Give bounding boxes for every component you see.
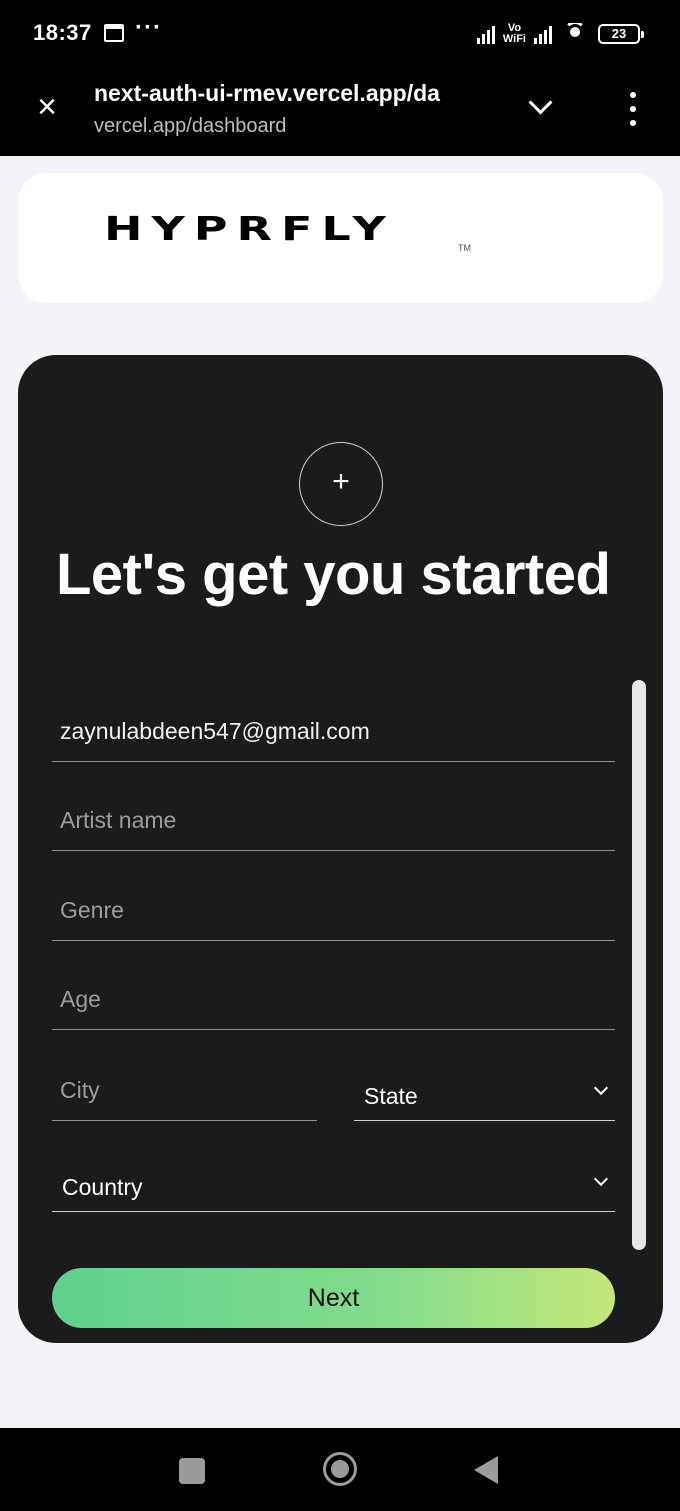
state-select-label: State — [364, 1083, 418, 1109]
vowifi-icon: Vo WiFi — [502, 22, 526, 45]
state-select[interactable]: State — [354, 1061, 615, 1121]
email-input[interactable] — [52, 702, 615, 761]
next-button[interactable]: Next — [52, 1268, 615, 1328]
close-icon[interactable]: × — [30, 90, 64, 126]
url-title[interactable]: next-auth-ui-rmev.vercel.app/da — [94, 80, 489, 107]
signal-icon — [476, 24, 495, 44]
home-icon[interactable] — [323, 1452, 357, 1486]
chevron-down-icon — [595, 1174, 607, 1186]
age-input[interactable] — [52, 970, 615, 1029]
scrollbar-thumb[interactable] — [632, 680, 646, 1250]
url-subtitle[interactable]: vercel.app/dashboard — [94, 115, 286, 138]
genre-input[interactable] — [52, 881, 615, 940]
city-field — [52, 1061, 317, 1121]
form-title: Let's get you started — [56, 542, 611, 607]
status-icons: Vo WiFi 23 — [476, 20, 644, 48]
age-field — [52, 970, 615, 1030]
country-select-label: Country — [62, 1174, 143, 1200]
artist-name-input[interactable] — [52, 791, 615, 850]
signal-icon-2 — [534, 24, 552, 44]
recents-icon[interactable] — [179, 1458, 205, 1484]
email-field — [52, 702, 615, 762]
wifi-icon — [560, 23, 590, 45]
logo-card: HYPRFLY TM — [18, 173, 663, 303]
country-select[interactable]: Country — [52, 1152, 615, 1212]
more-vert-icon[interactable] — [624, 92, 642, 126]
calendar-icon — [104, 24, 124, 42]
status-bar: 18:37 ··· Vo WiFi 23 — [0, 0, 680, 70]
genre-field — [52, 881, 615, 941]
artist-name-field — [52, 791, 615, 851]
brand-logo: HYPRFLY — [104, 209, 395, 248]
system-nav-bar — [0, 1428, 680, 1511]
back-icon[interactable] — [474, 1456, 498, 1484]
add-avatar-button[interactable]: + — [299, 442, 383, 526]
more-notifications-icon: ··· — [135, 14, 162, 41]
city-input[interactable] — [52, 1061, 317, 1120]
browser-bar: × next-auth-ui-rmev.vercel.app/da vercel… — [0, 70, 680, 156]
status-time: 18:37 — [33, 20, 92, 45]
trademark: TM — [458, 243, 471, 253]
signup-form-card: + Let's get you started State Country Ne… — [18, 355, 663, 1343]
chevron-down-icon — [595, 1083, 607, 1095]
chevron-down-icon[interactable] — [526, 92, 556, 122]
battery-icon: 23 — [598, 24, 644, 44]
